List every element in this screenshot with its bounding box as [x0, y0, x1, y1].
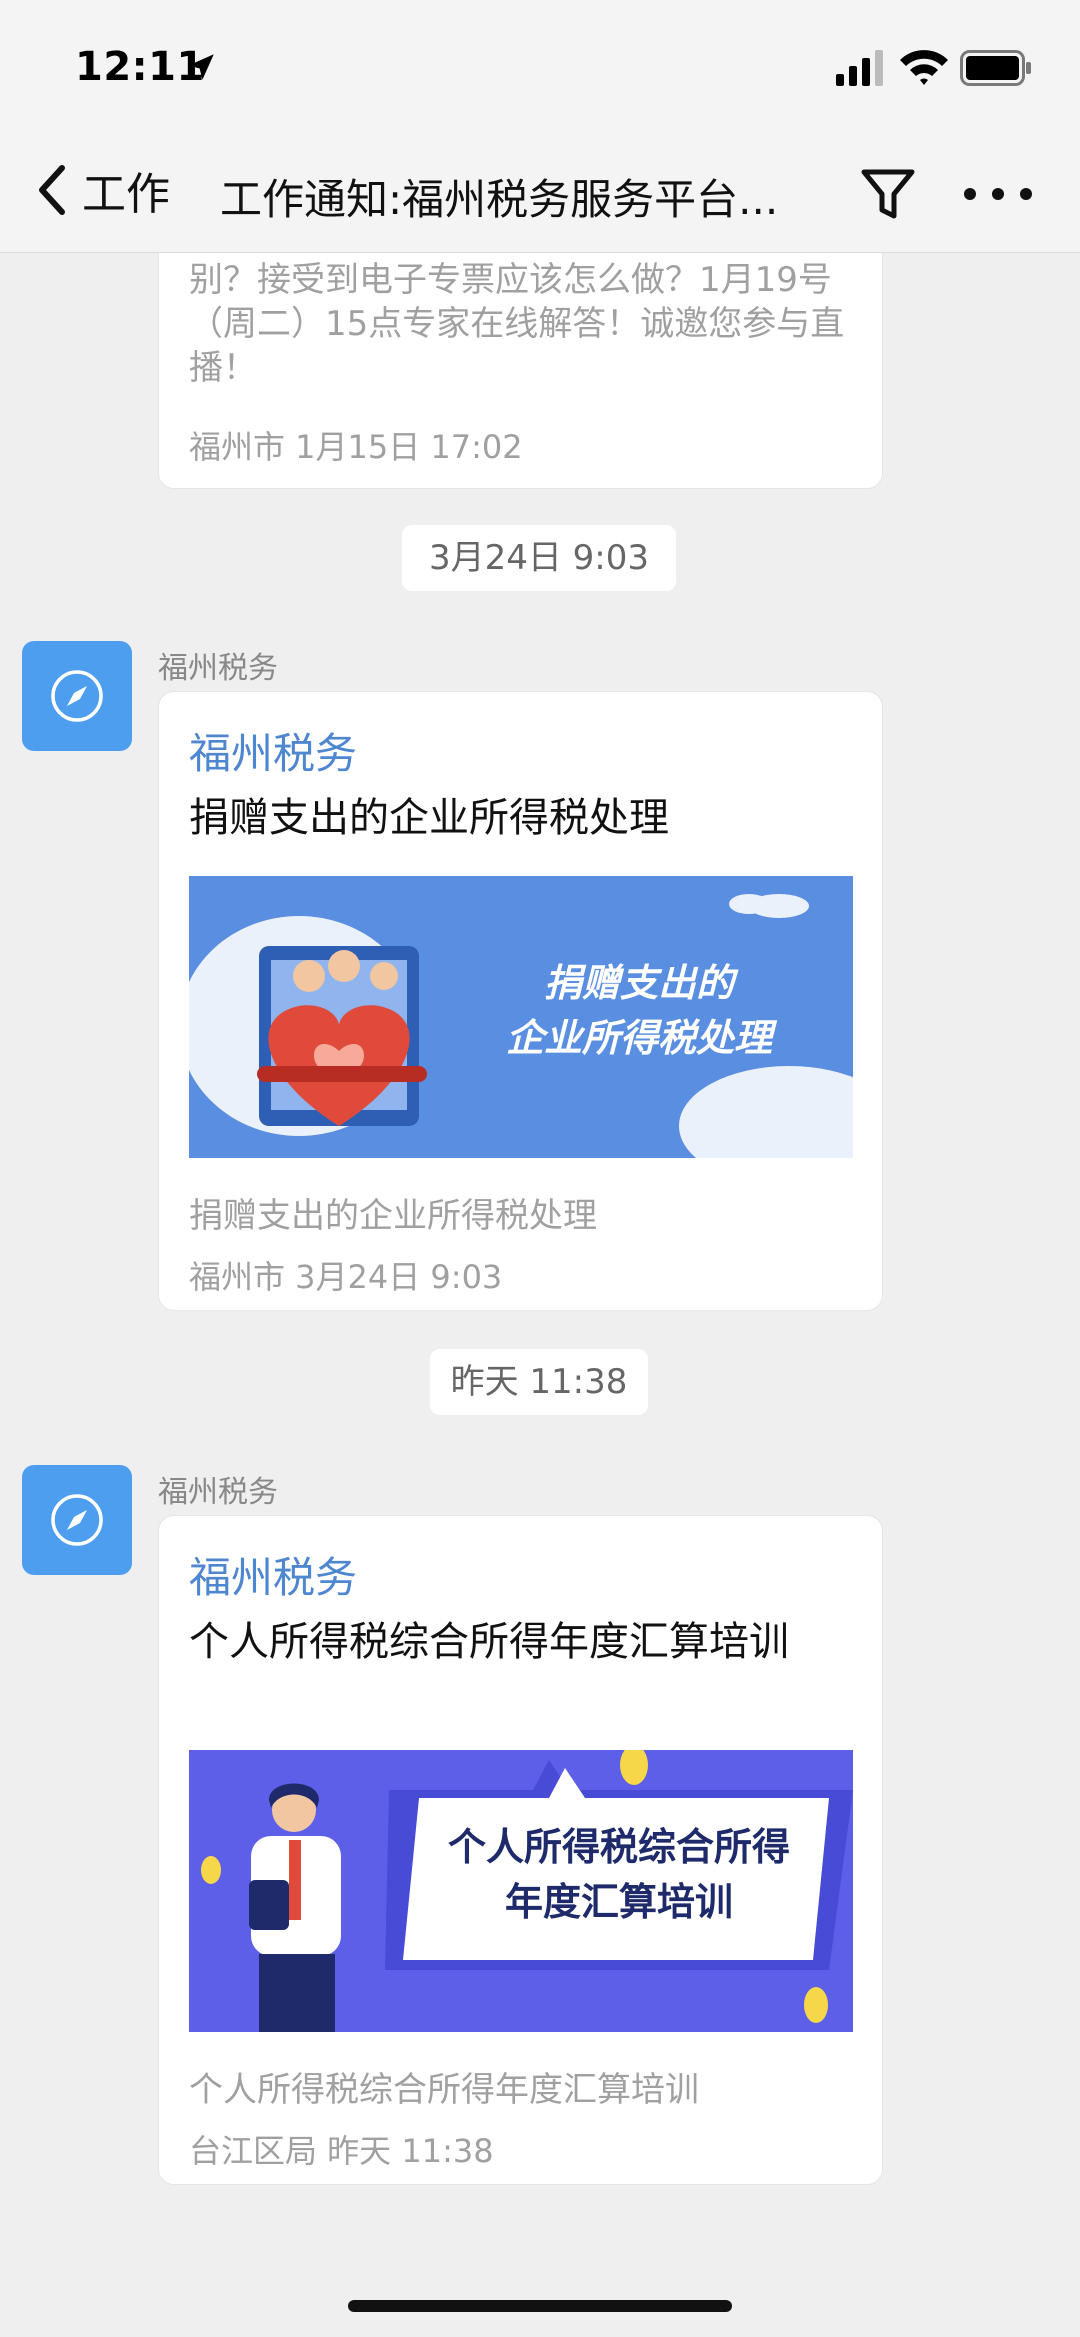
- timestamp-divider: 昨天 11:38: [430, 1349, 648, 1415]
- location-arrow-icon: [188, 54, 214, 80]
- avatar[interactable]: [22, 641, 132, 751]
- banner-text-line1: 个人所得税综合所得: [448, 1825, 790, 1869]
- sender-name: 福州税务: [158, 1475, 278, 1510]
- message-card[interactable]: 福州税务 捐赠支出的企业所得税处理 捐赠支出的 企业所得税处理 捐赠支出的企业所…: [158, 691, 883, 1311]
- battery-icon: [960, 50, 1031, 86]
- message-meta: 台江区局 昨天 11:38: [189, 2132, 494, 2170]
- wifi-icon: [900, 50, 948, 85]
- article-banner-image[interactable]: 捐赠支出的 企业所得税处理: [189, 876, 853, 1158]
- message-description: 逐步推进，电子发票与纸质发票有什么区别？接受到电子专票应该怎么做？1月19号（周…: [189, 253, 845, 388]
- message-description: 个人所得税综合所得年度汇算培训: [189, 2070, 699, 2110]
- article-banner-image[interactable]: 个人所得税综合所得 年度汇算培训: [189, 1750, 853, 2032]
- cellular-signal-icon: [836, 50, 883, 86]
- message-meta: 福州市 3月24日 9:03: [189, 1258, 503, 1296]
- page-title: 工作通知:福州税务服务平台...: [220, 175, 779, 224]
- compass-icon: [51, 670, 103, 722]
- banner-text-line2: 年度汇算培训: [505, 1880, 733, 1924]
- banner-text-line1: 捐赠支出的: [544, 961, 739, 1005]
- compass-icon: [51, 1494, 103, 1546]
- message-list[interactable]: 逐步推进，电子发票与纸质发票有什么区别？接受到电子专票应该怎么做？1月19号（周…: [0, 253, 1080, 2337]
- message-headline: 个人所得税综合所得年度汇算培训: [189, 1619, 789, 1665]
- back-button[interactable]: 工作: [30, 158, 170, 222]
- filter-icon[interactable]: [858, 164, 918, 224]
- message-card[interactable]: 福州税务 个人所得税综合所得年度汇算培训 个人所得税综合所得 年度汇算培训 个人…: [158, 1515, 883, 2185]
- status-bar: 12:11: [0, 0, 1080, 130]
- navigation-bar: 工作 工作通知:福州税务服务平台...: [0, 130, 1080, 253]
- sender-name: 福州税务: [158, 651, 278, 686]
- message-source: 福州税务: [189, 729, 358, 778]
- chevron-left-icon: [39, 165, 65, 215]
- message-description: 捐赠支出的企业所得税处理: [189, 1196, 597, 1236]
- message-meta: 福州市 1月15日 17:02: [189, 428, 523, 466]
- back-label: 工作: [82, 169, 170, 220]
- timestamp-divider: 3月24日 9:03: [402, 525, 676, 591]
- avatar[interactable]: [22, 1465, 132, 1575]
- banner-text-line2: 企业所得税处理: [506, 1016, 778, 1060]
- message-source: 福州税务: [189, 1553, 358, 1602]
- message-headline: 捐赠支出的企业所得税处理: [189, 795, 669, 841]
- home-indicator[interactable]: [348, 2300, 732, 2312]
- more-options-icon[interactable]: [958, 164, 1038, 224]
- message-card-previous[interactable]: 逐步推进，电子发票与纸质发票有什么区别？接受到电子专票应该怎么做？1月19号（周…: [158, 253, 883, 489]
